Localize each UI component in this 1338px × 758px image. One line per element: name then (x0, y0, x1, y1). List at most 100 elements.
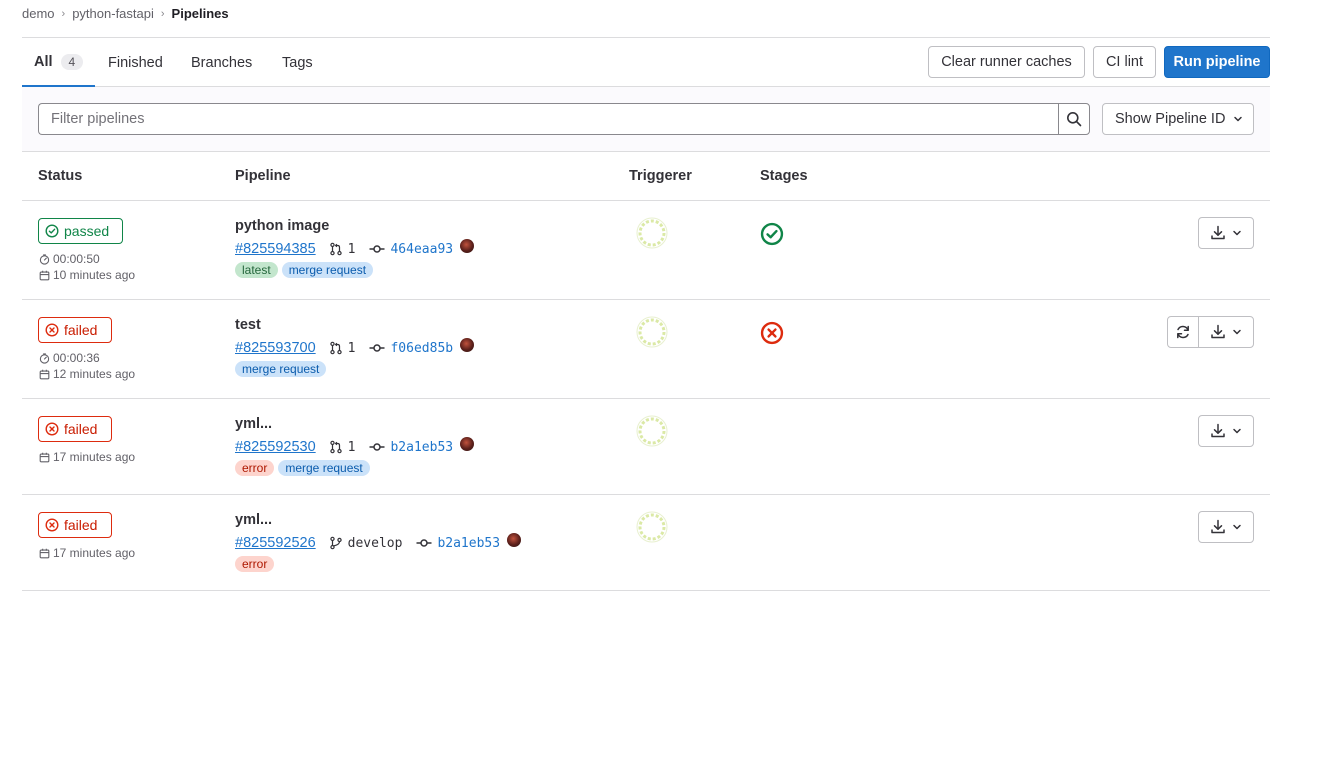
table-row: failed 00:00:36 12 minutes ago test #825… (22, 300, 1270, 399)
pipeline-tags: merge request (235, 361, 330, 377)
clear-runner-caches-button[interactable]: Clear runner caches (928, 46, 1085, 78)
tag-error: error (235, 460, 275, 476)
x-circle-icon (45, 323, 59, 337)
merge-request-ref[interactable]: 1 (329, 242, 355, 257)
tag-merge-request: merge request (278, 460, 370, 476)
commit-author-avatar[interactable] (460, 437, 475, 451)
pipeline-title[interactable]: yml... (235, 512, 272, 528)
download-icon (1210, 519, 1226, 535)
pipeline-tags: latest merge request (235, 262, 377, 278)
run-pipeline-button[interactable]: Run pipeline (1164, 46, 1270, 78)
commit-sha-link[interactable]: f06ed85b (390, 341, 453, 356)
merge-request-ref[interactable]: 1 (329, 341, 355, 356)
show-pipeline-id-dropdown[interactable]: Show Pipeline ID (1102, 103, 1254, 135)
triggerer-avatar[interactable] (636, 316, 668, 348)
column-status: Status (38, 168, 83, 184)
commit-ref: b2a1eb53 (416, 535, 500, 551)
tab-finished[interactable]: Finished (108, 38, 163, 87)
pipeline-info: #825592526 develop b2a1eb53 (235, 533, 522, 551)
commit-author-avatar[interactable] (460, 338, 475, 352)
triggerer-avatar[interactable] (636, 511, 668, 543)
tag-latest: latest (235, 262, 278, 278)
tab-tags-label: Tags (282, 54, 313, 71)
duration: 00:00:50 (39, 252, 100, 266)
status-badge-passed[interactable]: passed (38, 218, 123, 244)
breadcrumb-demo[interactable]: demo (22, 6, 55, 21)
column-pipeline: Pipeline (235, 168, 291, 184)
tab-all[interactable]: All 4 (22, 38, 96, 87)
merge-request-icon (329, 341, 343, 355)
commit-icon (416, 535, 432, 551)
download-artifacts-dropdown[interactable] (1198, 511, 1254, 543)
pipeline-info: #825593700 1 f06ed85b (235, 338, 475, 356)
stage-passed-icon[interactable] (760, 222, 784, 246)
chevron-right-icon: › (61, 7, 66, 20)
status-badge-failed[interactable]: failed (38, 416, 112, 442)
calendar-icon (39, 369, 50, 380)
breadcrumb-project[interactable]: python-fastapi (72, 6, 154, 21)
status-badge-failed[interactable]: failed (38, 317, 112, 343)
commit-author-avatar[interactable] (507, 533, 522, 547)
duration-value: 00:00:50 (53, 252, 100, 266)
commit-ref: f06ed85b (369, 340, 453, 356)
pipeline-title[interactable]: test (235, 317, 261, 333)
tab-branches[interactable]: Branches (191, 38, 252, 87)
commit-sha-link[interactable]: b2a1eb53 (390, 440, 453, 455)
finished-value: 17 minutes ago (53, 450, 136, 464)
triggerer-avatar[interactable] (636, 217, 668, 249)
pipeline-info: #825594385 1 464eaa93 (235, 239, 475, 257)
download-artifacts-dropdown[interactable] (1198, 316, 1254, 348)
tab-all-label: All (34, 53, 53, 70)
download-icon (1210, 324, 1226, 340)
breadcrumb-pipelines[interactable]: Pipelines (172, 6, 229, 21)
pipeline-id-link[interactable]: #825592530 (235, 439, 316, 455)
duration: 00:00:36 (39, 351, 100, 365)
finished-time: 17 minutes ago (39, 546, 135, 560)
finished-value: 12 minutes ago (53, 367, 136, 381)
branch-ref[interactable]: develop (329, 536, 402, 551)
calendar-icon (39, 270, 50, 281)
timer-icon (39, 254, 50, 265)
status-label: failed (64, 421, 98, 437)
pipeline-id-link[interactable]: #825594385 (235, 241, 316, 257)
pipeline-tags: error merge request (235, 460, 374, 476)
mr-count: 1 (347, 439, 356, 455)
commit-sha-link[interactable]: b2a1eb53 (437, 536, 500, 551)
status-badge-failed[interactable]: failed (38, 512, 112, 538)
tag-merge-request: merge request (281, 262, 374, 278)
download-icon (1210, 423, 1226, 439)
commit-icon (369, 439, 385, 455)
chevron-down-icon (1234, 116, 1243, 122)
triggerer-avatar[interactable] (636, 415, 668, 447)
download-artifacts-dropdown[interactable] (1198, 217, 1254, 249)
retry-icon (1175, 324, 1191, 340)
status-label: failed (64, 322, 98, 338)
commit-ref: 464eaa93 (369, 241, 453, 257)
tab-finished-label: Finished (108, 54, 163, 71)
x-circle-icon (45, 422, 59, 436)
finished-value: 17 minutes ago (53, 546, 136, 560)
status-label: failed (64, 517, 98, 533)
tab-tags[interactable]: Tags (282, 38, 313, 87)
commit-sha-link[interactable]: 464eaa93 (390, 242, 453, 257)
pipeline-id-link[interactable]: #825593700 (235, 340, 316, 356)
duration-value: 00:00:36 (53, 351, 100, 365)
pipeline-title[interactable]: yml... (235, 416, 272, 432)
retry-button[interactable] (1167, 316, 1199, 348)
pipeline-title[interactable]: python image (235, 218, 329, 234)
ci-lint-button[interactable]: CI lint (1093, 46, 1156, 78)
chevron-down-icon (1232, 228, 1242, 238)
download-artifacts-dropdown[interactable] (1198, 415, 1254, 447)
check-circle-icon (45, 224, 59, 238)
filter-pipelines-input[interactable] (38, 103, 1059, 135)
breadcrumb: demo › python-fastapi › Pipelines (22, 6, 229, 21)
merge-request-ref[interactable]: 1 (329, 439, 356, 455)
finished-time: 12 minutes ago (39, 367, 135, 381)
search-button[interactable] (1058, 103, 1090, 135)
pipeline-id-link[interactable]: #825592526 (235, 535, 316, 551)
calendar-icon (39, 452, 50, 463)
stage-failed-icon[interactable] (760, 321, 784, 345)
commit-author-avatar[interactable] (460, 239, 475, 253)
finished-time: 10 minutes ago (39, 268, 135, 282)
column-stages: Stages (760, 168, 808, 184)
